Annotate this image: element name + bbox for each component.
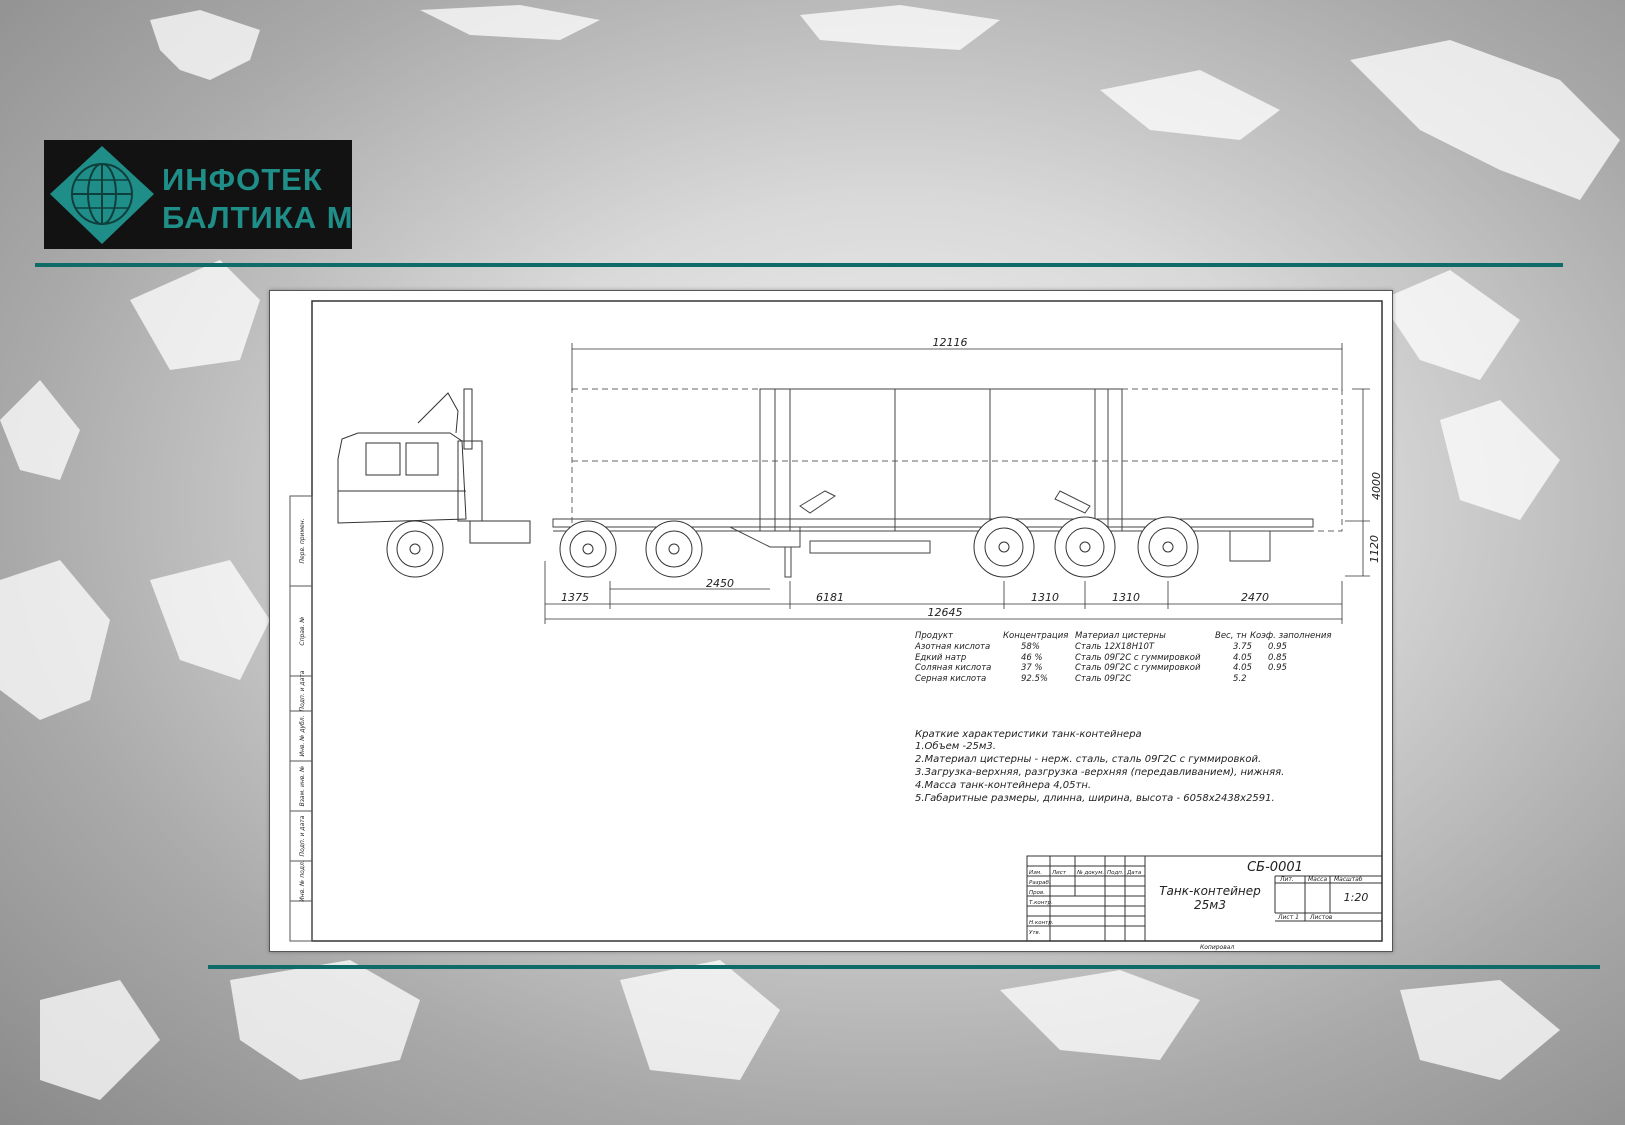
side-stamp-label: Взам. инв. №: [299, 766, 306, 807]
col-mass: Масса: [1308, 876, 1327, 883]
side-stamp-label: Справ. №: [299, 616, 306, 645]
dim-wheelbase: 12645: [928, 606, 963, 619]
sheet-no: Лист 1: [1277, 914, 1299, 921]
dim-2: 2450: [706, 577, 734, 590]
table-cell: 4.05: [1233, 663, 1252, 673]
company-logo: ИНФОТЕК БАЛТИКА М: [44, 140, 354, 249]
notes-block: Краткие характеристики танк-контейнера 1…: [915, 729, 1284, 805]
table-cell: 92.5%: [1021, 673, 1049, 684]
table-header: Коэф. заполнения: [1250, 631, 1332, 641]
table-cell: 5.2: [1233, 673, 1247, 684]
bottom-divider: [208, 965, 1600, 969]
table-cell: 58%: [1021, 642, 1040, 652]
note-item: 2.Материал цистерны - нерж. сталь, сталь…: [915, 754, 1262, 765]
table-cell: Едкий натр: [915, 652, 967, 663]
tank-container: [759, 388, 1123, 532]
globe-logo-icon: [50, 146, 154, 244]
side-stamp-label: Подп. и дата: [299, 815, 306, 856]
title-block-label: Подп.: [1107, 870, 1124, 876]
title-block-label: Лист: [1051, 870, 1067, 876]
title-block-label: Дата: [1126, 870, 1142, 876]
truck-cab: [337, 388, 531, 544]
drawing-name-2: 25м3: [1194, 898, 1226, 912]
col-lit: Лит.: [1279, 876, 1294, 883]
title-block-label: Н.контр.: [1029, 920, 1054, 926]
note-item: 3.Загрузка-верхняя, разгрузка -верхняя (…: [915, 767, 1285, 778]
table-cell: Сталь 09Г2С: [1075, 673, 1132, 684]
notes-title: Краткие характеристики танк-контейнера: [915, 729, 1142, 740]
title-block-label: Пров.: [1029, 890, 1045, 896]
table-header: Продукт: [915, 631, 953, 641]
col-scale: Масштаб: [1334, 876, 1363, 883]
table-cell: Азотная кислота: [915, 642, 991, 652]
table-cell: 0.85: [1268, 652, 1287, 663]
dim-3: 6181: [816, 591, 844, 604]
note-item: 4.Масса танк-контейнера 4,05тн.: [915, 780, 1092, 791]
side-stamp-label: Инв. № дубл.: [299, 715, 306, 756]
side-stamp-label: Инв. № подл.: [299, 860, 306, 901]
logo-text-line1: ИНФОТЕК: [162, 162, 323, 197]
table-header: Вес, тн: [1215, 631, 1247, 641]
table-cell: Серная кислота: [915, 673, 987, 684]
drawing-scale: 1:20: [1344, 891, 1369, 904]
title-block-label: № докум.: [1076, 870, 1104, 876]
sheets-total: Листов: [1309, 914, 1333, 921]
table-header: Концентрация: [1003, 631, 1069, 641]
table-cell: 0.95: [1268, 663, 1287, 673]
container-outline: [571, 388, 1343, 532]
title-block-label: Изм.: [1029, 870, 1042, 876]
dim-overall: 12116: [933, 336, 968, 349]
dim-4: 1310: [1031, 591, 1059, 604]
table-cell: Сталь 09Г2С с гуммировкой: [1075, 652, 1201, 663]
copied-label: Копировал: [1200, 944, 1234, 951]
dim-5: 1310: [1112, 591, 1140, 604]
technical-drawing-sheet: 12116 4000 1120 1375 2450 6181 1310 1310…: [269, 290, 1393, 952]
dim-height-total: 4000: [1370, 472, 1383, 500]
side-stamp-label: Подп. и дата: [299, 670, 306, 711]
table-cell: 4.05: [1233, 652, 1252, 663]
drawing-code: СБ-0001: [1247, 860, 1303, 875]
table-cell: Соляная кислота: [915, 663, 992, 673]
table-header: Материал цистерны: [1075, 631, 1166, 641]
table-cell: 37 %: [1021, 663, 1043, 673]
side-stamp-label: Перв. примен.: [299, 518, 306, 563]
dim-6: 2470: [1241, 591, 1269, 604]
title-block-label: Утв.: [1029, 930, 1041, 936]
note-item: 5.Габаритные размеры, длинна, ширина, вы…: [915, 793, 1275, 804]
table-cell: Сталь 12Х18Н10Т: [1075, 642, 1155, 652]
note-item: 1.Объем -25м3.: [915, 741, 996, 752]
dimension-lines: [544, 343, 1370, 624]
table-cell: Сталь 09Г2С с гуммировкой: [1075, 663, 1201, 673]
table-cell: 3.75: [1233, 642, 1252, 652]
drawing-name-1: Танк-контейнер: [1159, 884, 1261, 898]
title-block-label: Т.контр.: [1029, 900, 1053, 906]
table-cell: 0.95: [1268, 642, 1287, 652]
logo-text-line2: БАЛТИКА М: [162, 200, 354, 235]
dim-1: 1375: [561, 591, 589, 604]
dim-height-frame: 1120: [1368, 535, 1381, 563]
table-cell: 46 %: [1021, 652, 1043, 663]
top-divider: [35, 263, 1563, 267]
title-block-label: Разраб.: [1029, 880, 1051, 886]
drawing-canvas: 12116 4000 1120 1375 2450 6181 1310 1310…: [289, 300, 1383, 951]
